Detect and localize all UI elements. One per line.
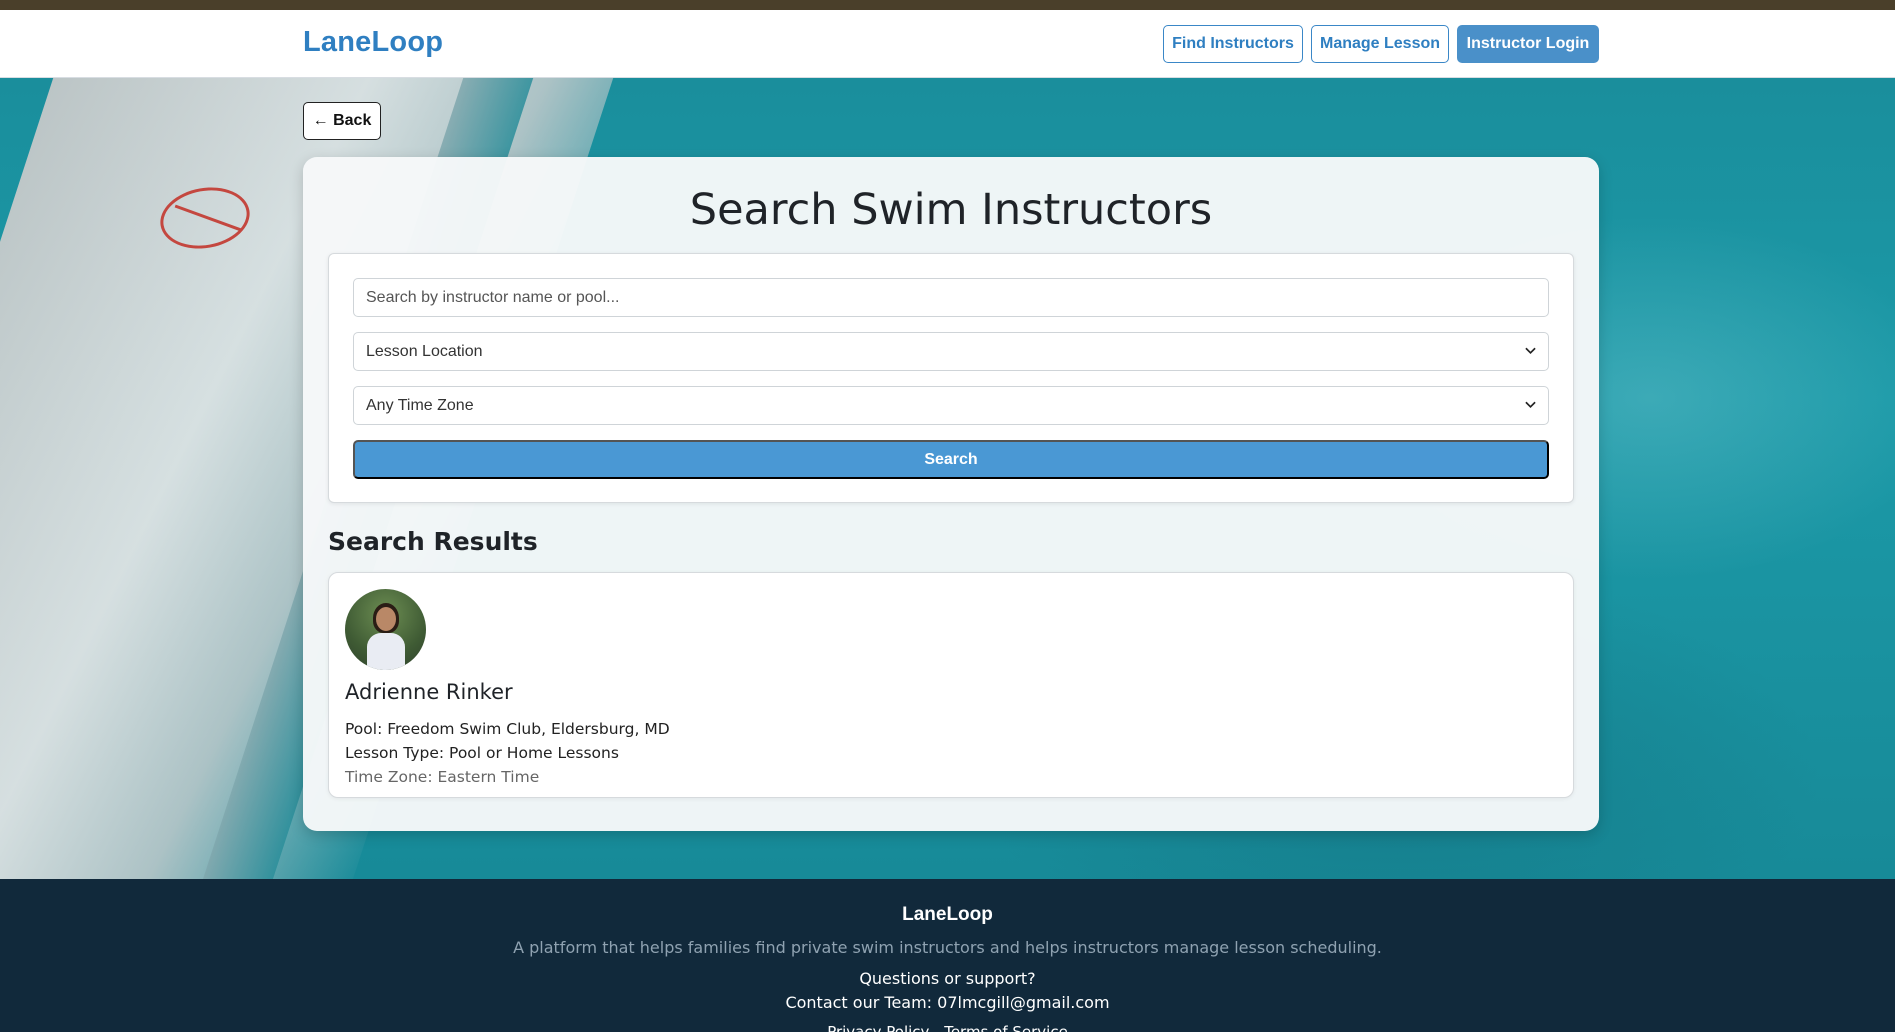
instructor-pool: Pool: Freedom Swim Club, Eldersburg, MD [345, 720, 670, 738]
instructor-name: Adrienne Rinker [345, 680, 513, 704]
instructor-time-zone: Time Zone: Eastern Time [345, 768, 540, 786]
chevron-down-icon [1525, 345, 1536, 356]
lesson-location-value: Lesson Location [366, 342, 483, 360]
manage-lesson-button[interactable]: Manage Lesson [1311, 25, 1449, 63]
time-zone-select[interactable]: Any Time Zone [353, 386, 1549, 425]
terms-of-service-link[interactable]: Terms of Service [944, 1023, 1068, 1032]
footer-links: Privacy Policy Terms of Service [0, 1023, 1895, 1032]
instructor-lesson-type: Lesson Type: Pool or Home Lessons [345, 744, 619, 762]
results-heading: Search Results [328, 527, 538, 556]
top-stripe [0, 0, 1895, 10]
search-button[interactable]: Search [353, 440, 1549, 479]
footer-description: A platform that helps families find priv… [513, 938, 1382, 957]
back-button[interactable]: ← Back [303, 102, 381, 140]
footer-question: Questions or support? [859, 969, 1036, 988]
footer-brand: LaneLoop [902, 904, 993, 925]
instructor-card[interactable]: Adrienne Rinker Pool: Freedom Swim Club,… [328, 572, 1574, 798]
footer: LaneLoop A platform that helps families … [0, 879, 1895, 1032]
instructor-login-button[interactable]: Instructor Login [1457, 25, 1599, 63]
brand-logo[interactable]: LaneLoop [303, 26, 443, 59]
lesson-location-select[interactable]: Lesson Location [353, 332, 1549, 371]
navbar: LaneLoop Find Instructors Manage Lesson … [0, 10, 1895, 78]
footer-contact[interactable]: Contact our Team: 07lmcgill@gmail.com [0, 993, 1895, 1012]
search-card: Search Swim Instructors Search by instru… [303, 157, 1599, 831]
find-instructors-button[interactable]: Find Instructors [1163, 25, 1303, 63]
search-form: Search by instructor name or pool... Les… [328, 253, 1574, 503]
time-zone-value: Any Time Zone [366, 396, 474, 414]
page-title: Search Swim Instructors [689, 185, 1213, 235]
avatar [345, 589, 426, 670]
privacy-policy-link[interactable]: Privacy Policy [827, 1023, 929, 1032]
chevron-down-icon [1525, 399, 1536, 410]
search-input[interactable]: Search by instructor name or pool... [353, 278, 1549, 317]
